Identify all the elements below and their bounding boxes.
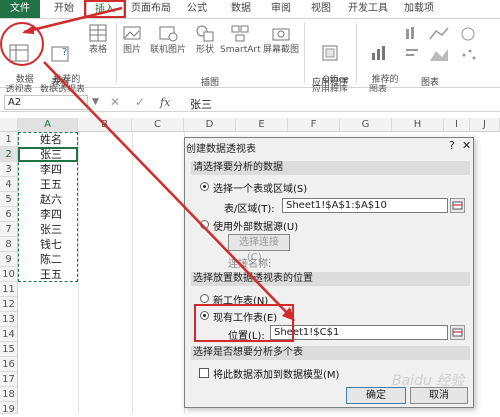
annotation-arrows — [22, 6, 295, 321]
watermark: Baidu 经验 — [392, 373, 465, 389]
